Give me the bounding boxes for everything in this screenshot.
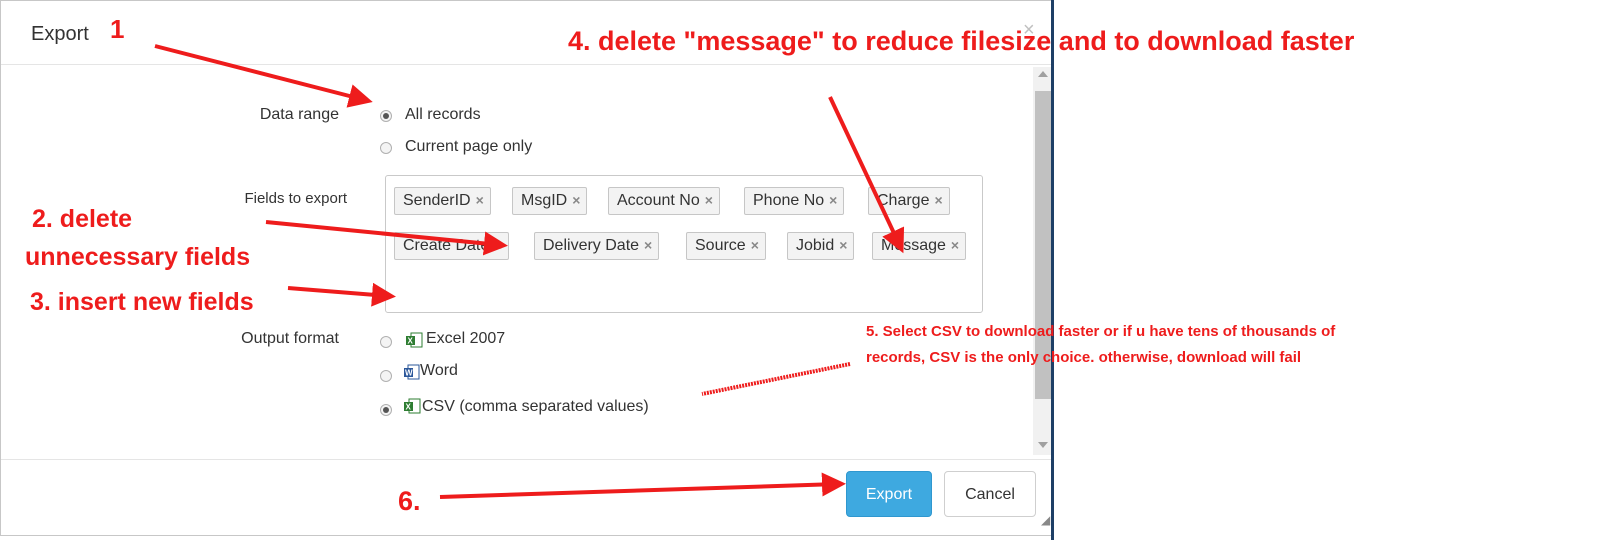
underline-5	[701, 362, 851, 396]
arrow-6	[439, 472, 846, 499]
arrow-1	[154, 44, 373, 108]
arrow-3	[287, 282, 396, 307]
arrow-4	[828, 96, 905, 254]
arrow-2	[265, 220, 508, 256]
annotation-arrows	[154, 44, 905, 499]
